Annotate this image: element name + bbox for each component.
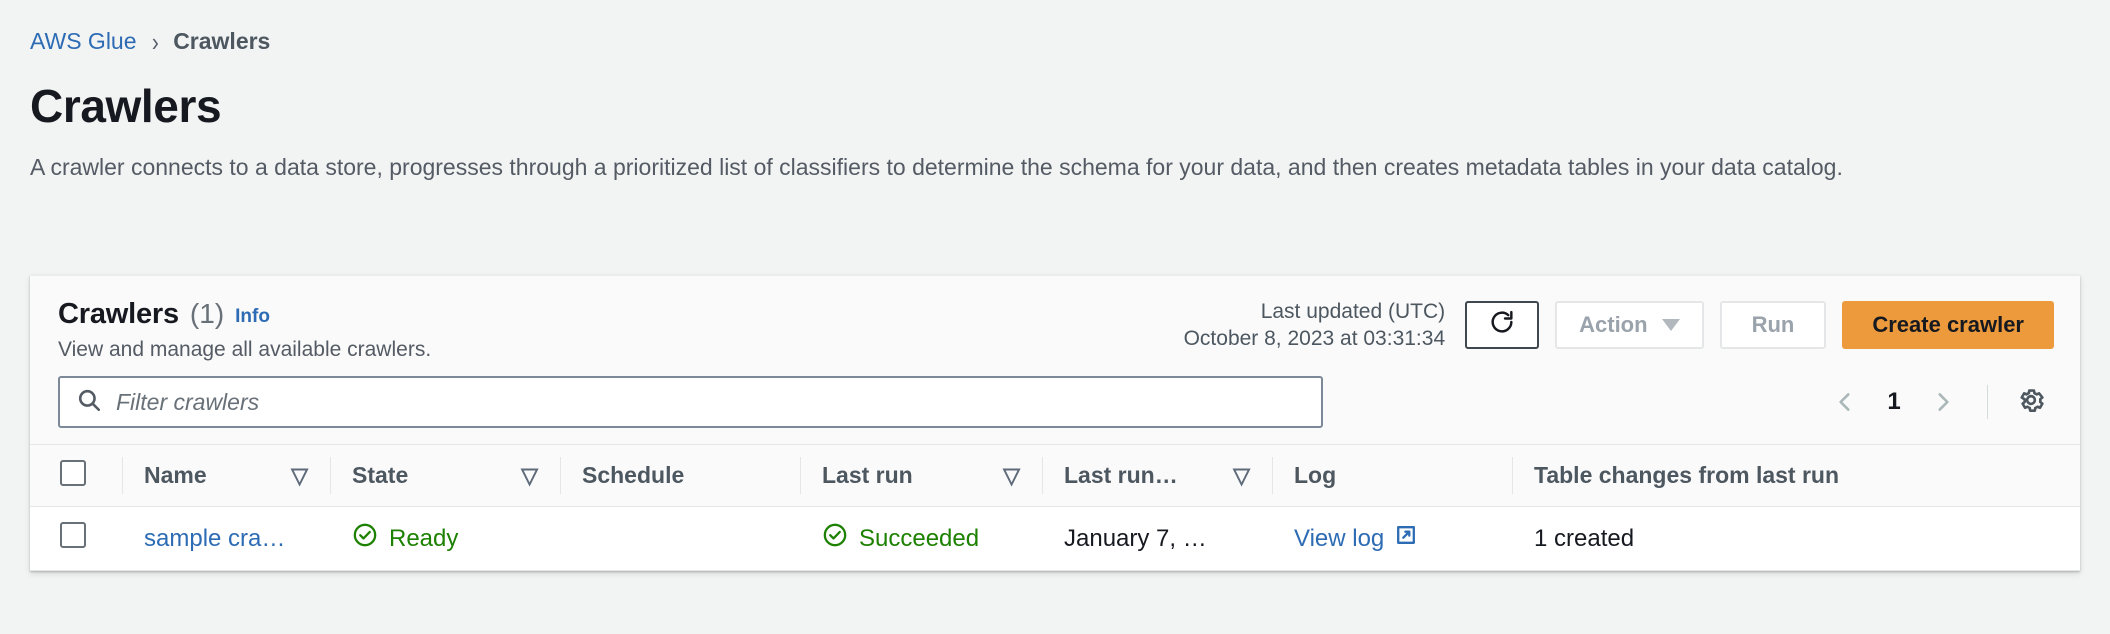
search-placeholder: Filter crawlers	[116, 388, 260, 415]
last-run-label: Succeeded	[859, 524, 980, 552]
chevron-down-icon	[1661, 319, 1680, 332]
settings-button[interactable]	[2008, 379, 2054, 425]
search-input[interactable]: Filter crawlers	[58, 376, 1323, 428]
column-label-state: State	[352, 462, 409, 488]
column-label-name: Name	[144, 462, 207, 488]
row-checkbox[interactable]	[60, 522, 86, 548]
search-icon	[76, 387, 102, 418]
sort-icon-last-run-time[interactable]: ▽	[1233, 464, 1250, 487]
panel-subtitle: View and manage all available crawlers.	[58, 338, 432, 361]
view-log-label: View log	[1294, 524, 1385, 552]
gear-icon	[2016, 385, 2046, 420]
crawler-name-link[interactable]: sample cra…	[144, 525, 285, 552]
cell-schedule	[560, 506, 800, 571]
last-updated-value: October 8, 2023 at 03:31:34	[1183, 327, 1446, 351]
table-header-row: Name ▽ State ▽ Schedule Last run ▽ Last …	[30, 444, 2080, 507]
create-crawler-button[interactable]: Create crawler	[1842, 301, 2054, 350]
table-header: Name ▽ State ▽ Schedule Last run ▽ Last …	[30, 444, 2080, 507]
column-header-last-run-time[interactable]: Last run… ▽	[1042, 444, 1272, 507]
column-header-log[interactable]: Log	[1272, 444, 1512, 507]
select-all-checkbox[interactable]	[60, 459, 86, 486]
pagination-prev-button[interactable]	[1821, 378, 1869, 426]
panel-header-actions: Last updated (UTC) October 8, 2023 at 03…	[1184, 298, 2054, 353]
breadcrumb-item-aws-glue[interactable]: AWS Glue	[30, 28, 137, 55]
panel-title-row: Crawlers (1) Info	[58, 298, 431, 331]
crawlers-panel: Crawlers (1) Info View and manage all av…	[30, 275, 2080, 571]
page-description: A crawler connects to a data store, prog…	[30, 154, 1843, 180]
refresh-button[interactable]	[1465, 301, 1540, 350]
toolbar-divider	[1987, 385, 1988, 419]
action-dropdown-button[interactable]: Action	[1555, 301, 1704, 350]
sort-icon-last-run[interactable]: ▽	[1003, 464, 1020, 487]
panel-header-left: Crawlers (1) Info View and manage all av…	[58, 298, 431, 362]
create-crawler-label: Create crawler	[1872, 312, 2024, 338]
panel-count: (1)	[189, 298, 225, 329]
sort-icon-state[interactable]: ▽	[521, 464, 538, 487]
column-header-last-run[interactable]: Last run ▽	[800, 444, 1042, 507]
run-button[interactable]: Run	[1719, 301, 1827, 350]
cell-log: View log	[1272, 506, 1512, 571]
action-button-label: Action	[1579, 312, 1648, 338]
state-label: Ready	[389, 524, 459, 552]
last-updated: Last updated (UTC) October 8, 2023 at 03…	[1184, 298, 1446, 353]
check-circle-icon	[352, 522, 378, 555]
panel-title: Crawlers	[58, 298, 179, 330]
column-label-table-changes: Table changes from last run	[1534, 462, 1840, 488]
sort-icon-name[interactable]: ▽	[291, 464, 308, 487]
cell-last-run-time: January 7, …	[1042, 506, 1272, 571]
status-badge-last-run: Succeeded	[822, 522, 979, 555]
cell-name: sample cra…	[122, 506, 330, 571]
column-header-state[interactable]: State ▽	[330, 444, 560, 507]
cell-state: Ready	[330, 506, 560, 571]
column-header-name[interactable]: Name ▽	[122, 444, 330, 507]
column-header-select-all	[30, 444, 122, 507]
column-label-schedule: Schedule	[582, 462, 685, 488]
last-updated-label: Last updated (UTC)	[1260, 300, 1446, 323]
column-header-table-changes[interactable]: Table changes from last run	[1512, 444, 2080, 507]
breadcrumb-item-crawlers: Crawlers	[173, 28, 271, 54]
panel-header: Crawlers (1) Info View and manage all av…	[30, 276, 2080, 372]
info-link[interactable]: Info	[235, 306, 270, 328]
run-button-label: Run	[1751, 312, 1795, 338]
table-body: sample cra… Ready Succeeded January 7, ……	[30, 506, 2080, 571]
column-label-last-run-time: Last run…	[1064, 462, 1178, 488]
row-select-cell	[30, 506, 122, 571]
view-log-link[interactable]: View log	[1294, 523, 1418, 554]
column-header-schedule[interactable]: Schedule	[560, 444, 800, 507]
external-link-icon	[1394, 523, 1418, 554]
column-label-last-run: Last run	[822, 462, 913, 488]
check-circle-icon	[822, 522, 848, 555]
pagination: 1	[1821, 378, 2054, 426]
pagination-page-1[interactable]: 1	[1873, 388, 1915, 416]
breadcrumb: AWS Glue › Crawlers	[0, 0, 2110, 55]
filter-row: Filter crawlers 1	[30, 372, 2080, 444]
refresh-icon	[1488, 308, 1516, 342]
cell-last-run: Succeeded	[800, 506, 1042, 571]
status-badge-state: Ready	[352, 522, 458, 555]
table-row[interactable]: sample cra… Ready Succeeded January 7, ……	[30, 506, 2080, 571]
crawlers-table: Name ▽ State ▽ Schedule Last run ▽ Last …	[30, 444, 2080, 571]
column-label-log: Log	[1294, 462, 1337, 488]
chevron-right-icon: ›	[151, 26, 159, 57]
pagination-next-button[interactable]	[1919, 378, 1967, 426]
cell-table-changes: 1 created	[1512, 506, 2080, 571]
page-title: Crawlers	[30, 80, 222, 132]
